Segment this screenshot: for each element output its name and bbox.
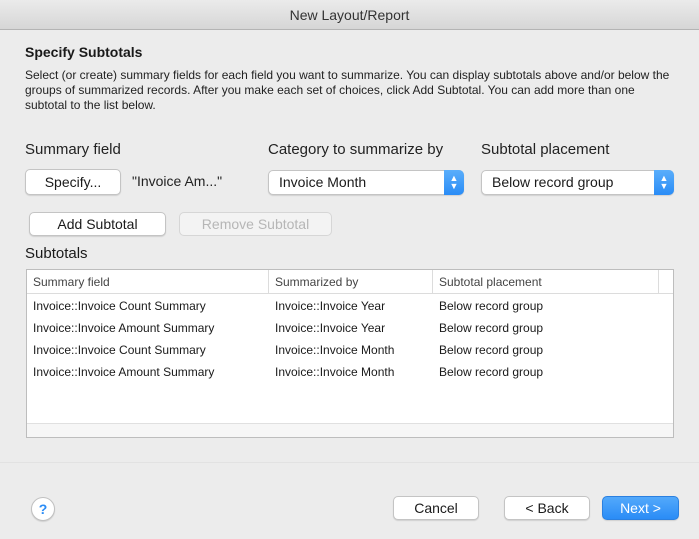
placement-selected: Below record group xyxy=(492,174,614,190)
subtotals-table[interactable]: Summary field Summarized by Subtotal pla… xyxy=(26,269,674,438)
column-header-summarized-by[interactable]: Summarized by xyxy=(269,270,433,294)
table-row[interactable]: Invoice::Invoice Amount Summary Invoice:… xyxy=(27,317,673,340)
cancel-button[interactable]: Cancel xyxy=(393,496,479,520)
footer-divider xyxy=(0,462,699,463)
cell-summary-field: Invoice::Invoice Count Summary xyxy=(33,343,206,357)
cell-placement: Below record group xyxy=(439,343,544,357)
table-row[interactable]: Invoice::Invoice Count Summary Invoice::… xyxy=(27,339,673,362)
chevron-updown-icon: ▲ ▼ xyxy=(444,170,464,195)
next-button[interactable]: Next > xyxy=(602,496,679,520)
subtotals-label: Subtotals xyxy=(25,245,88,262)
back-button[interactable]: < Back xyxy=(504,496,590,520)
section-heading: Specify Subtotals xyxy=(25,44,143,60)
cell-placement: Below record group xyxy=(439,321,544,335)
cell-summary-field: Invoice::Invoice Count Summary xyxy=(33,299,206,313)
category-select[interactable]: Invoice Month ▲ ▼ xyxy=(268,170,464,195)
help-button[interactable]: ? xyxy=(31,497,55,521)
cell-summarized-by: Invoice::Invoice Month xyxy=(275,365,395,379)
cell-summarized-by: Invoice::Invoice Month xyxy=(275,343,395,357)
cell-summary-field: Invoice::Invoice Amount Summary xyxy=(33,321,215,335)
cell-summarized-by: Invoice::Invoice Year xyxy=(275,299,386,313)
cell-placement: Below record group xyxy=(439,299,544,313)
chevron-updown-icon: ▲ ▼ xyxy=(654,170,674,195)
cell-placement: Below record group xyxy=(439,365,544,379)
category-label: Category to summarize by xyxy=(268,141,444,158)
placement-select[interactable]: Below record group ▲ ▼ xyxy=(481,170,674,195)
remove-subtotal-button[interactable]: Remove Subtotal xyxy=(179,212,332,236)
category-selected: Invoice Month xyxy=(279,174,367,190)
summary-field-value: "Invoice Am..." xyxy=(132,173,223,189)
specify-button[interactable]: Specify... xyxy=(25,169,121,195)
cell-summarized-by: Invoice::Invoice Year xyxy=(275,321,386,335)
table-row[interactable]: Invoice::Invoice Amount Summary Invoice:… xyxy=(27,361,673,384)
placement-label: Subtotal placement xyxy=(481,141,610,158)
table-header: Summary field Summarized by Subtotal pla… xyxy=(27,270,673,294)
help-icon: ? xyxy=(38,501,48,517)
window-titlebar: New Layout/Report xyxy=(0,0,699,30)
section-description: Select (or create) summary fields for ea… xyxy=(25,68,670,112)
window-title: New Layout/Report xyxy=(289,7,410,23)
add-subtotal-button[interactable]: Add Subtotal xyxy=(29,212,166,236)
cell-summary-field: Invoice::Invoice Amount Summary xyxy=(33,365,215,379)
table-footer-bar xyxy=(27,423,673,437)
column-header-summary-field[interactable]: Summary field xyxy=(27,270,269,294)
table-row[interactable]: Invoice::Invoice Count Summary Invoice::… xyxy=(27,295,673,318)
summary-field-label: Summary field xyxy=(25,141,121,158)
column-header-placement[interactable]: Subtotal placement xyxy=(433,270,659,294)
